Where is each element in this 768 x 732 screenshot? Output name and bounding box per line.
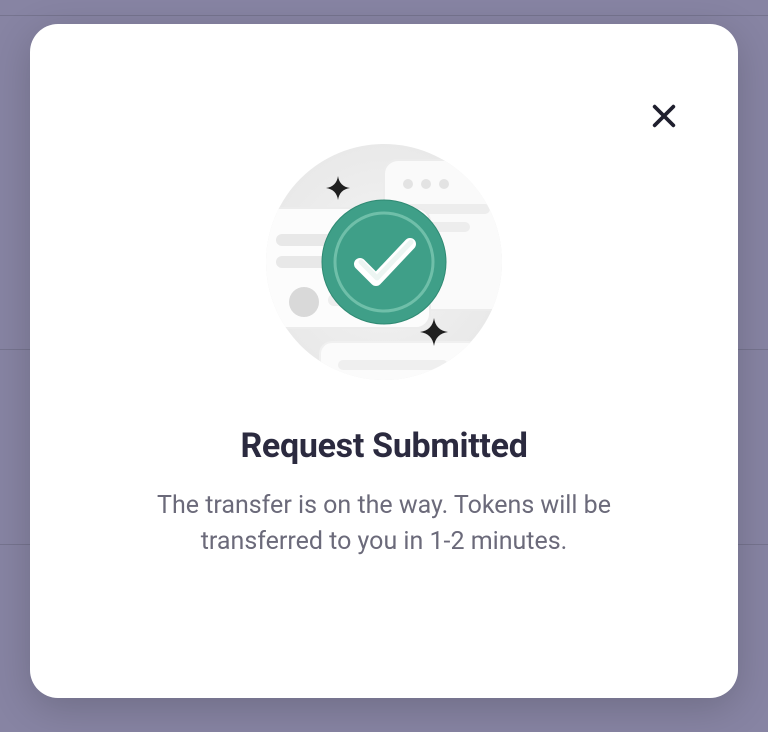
- modal-title: Request Submitted: [90, 426, 678, 466]
- checkmark-badge-icon: [320, 198, 448, 326]
- success-illustration: [260, 138, 508, 386]
- sparkle-icon: [326, 176, 350, 200]
- close-button[interactable]: [644, 96, 684, 136]
- success-modal: Request Submitted The transfer is on the…: [30, 24, 738, 698]
- modal-body-text: The transfer is on the way. Tokens will …: [90, 488, 678, 561]
- close-icon: [650, 102, 678, 130]
- backdrop-divider: [0, 15, 768, 16]
